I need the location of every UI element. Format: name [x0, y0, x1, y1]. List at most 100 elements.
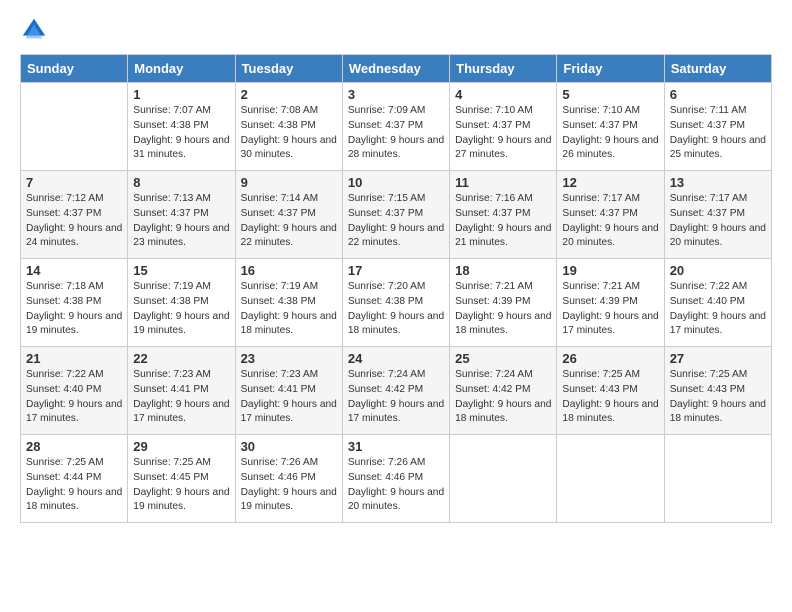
calendar-cell: 1Sunrise: 7:07 AMSunset: 4:38 PMDaylight… [128, 83, 235, 171]
calendar-cell: 6 Sunrise: 7:11 AMSunset: 4:37 PMDaylight… [664, 83, 771, 171]
day-info: Sunrise: 7:18 AMSunset: 4:38 PMDaylight:… [26, 280, 122, 339]
calendar-cell: 24 Sunrise: 7:24 AMSunset: 4:42 PMDayligh… [342, 347, 449, 435]
day-header-tuesday: Tuesday [235, 55, 342, 83]
week-row-1: 1Sunrise: 7:07 AMSunset: 4:38 PMDaylight… [21, 83, 772, 171]
calendar-cell: 12 Sunrise: 7:17 AMSunset: 4:37 PMDayligh… [557, 171, 664, 259]
day-number: 20 [670, 263, 766, 278]
day-number: 5 [562, 87, 658, 102]
calendar-cell: 3 Sunrise: 7:09 AMSunset: 4:37 PMDaylight… [342, 83, 449, 171]
day-number: 10 [348, 175, 444, 190]
calendar-cell: 29 Sunrise: 7:25 AMSunset: 4:45 PMDayligh… [128, 435, 235, 523]
calendar-cell: 21 Sunrise: 7:22 AMSunset: 4:40 PMDayligh… [21, 347, 128, 435]
day-number: 19 [562, 263, 658, 278]
day-number: 24 [348, 351, 444, 366]
day-number: 2 [241, 87, 337, 102]
day-info: Sunrise: 7:22 AMSunset: 4:40 PMDaylight:… [26, 368, 122, 427]
calendar-cell: 28 Sunrise: 7:25 AMSunset: 4:44 PMDayligh… [21, 435, 128, 523]
calendar-cell: 2Sunrise: 7:08 AMSunset: 4:38 PMDaylight… [235, 83, 342, 171]
calendar-cell: 25 Sunrise: 7:24 AMSunset: 4:42 PMDayligh… [450, 347, 557, 435]
calendar-cell: 5 Sunrise: 7:10 AMSunset: 4:37 PMDaylight… [557, 83, 664, 171]
day-info: Sunrise: 7:21 AMSunset: 4:39 PMDaylight:… [455, 280, 551, 339]
calendar-cell: 16 Sunrise: 7:19 AMSunset: 4:38 PMDayligh… [235, 259, 342, 347]
day-info: Sunrise: 7:14 AMSunset: 4:37 PMDaylight:… [241, 192, 337, 251]
week-row-4: 21 Sunrise: 7:22 AMSunset: 4:40 PMDayligh… [21, 347, 772, 435]
day-number: 3 [348, 87, 444, 102]
day-number: 11 [455, 175, 551, 190]
calendar-cell: 8 Sunrise: 7:13 AMSunset: 4:37 PMDaylight… [128, 171, 235, 259]
logo-icon [20, 16, 48, 44]
day-info: Sunrise: 7:23 AMSunset: 4:41 PMDaylight:… [241, 368, 337, 427]
day-info: Sunrise: 7:25 AMSunset: 4:43 PMDaylight:… [670, 368, 766, 427]
day-info: Sunrise: 7:11 AMSunset: 4:37 PMDaylight:… [670, 104, 766, 163]
day-info: Sunrise: 7:17 AMSunset: 4:37 PMDaylight:… [562, 192, 658, 251]
day-number: 26 [562, 351, 658, 366]
day-number: 17 [348, 263, 444, 278]
calendar-cell [450, 435, 557, 523]
day-info: Sunrise: 7:09 AMSunset: 4:37 PMDaylight:… [348, 104, 444, 163]
day-info: Sunrise: 7:10 AMSunset: 4:37 PMDaylight:… [562, 104, 658, 163]
day-number: 16 [241, 263, 337, 278]
calendar-cell: 15Sunrise: 7:19 AMSunset: 4:38 PMDayligh… [128, 259, 235, 347]
day-number: 13 [670, 175, 766, 190]
logo [20, 16, 52, 44]
day-number: 14 [26, 263, 122, 278]
day-info: Sunrise: 7:16 AMSunset: 4:37 PMDaylight:… [455, 192, 551, 251]
day-info: Sunrise: 7:26 AMSunset: 4:46 PMDaylight:… [348, 456, 444, 515]
calendar-cell: 27Sunrise: 7:25 AMSunset: 4:43 PMDayligh… [664, 347, 771, 435]
calendar-cell [664, 435, 771, 523]
day-number: 31 [348, 439, 444, 454]
calendar-cell: 23 Sunrise: 7:23 AMSunset: 4:41 PMDayligh… [235, 347, 342, 435]
day-info: Sunrise: 7:26 AMSunset: 4:46 PMDaylight:… [241, 456, 337, 515]
day-info: Sunrise: 7:21 AMSunset: 4:39 PMDaylight:… [562, 280, 658, 339]
week-row-2: 7Sunrise: 7:12 AMSunset: 4:37 PMDaylight… [21, 171, 772, 259]
week-row-3: 14 Sunrise: 7:18 AMSunset: 4:38 PMDayligh… [21, 259, 772, 347]
day-info: Sunrise: 7:24 AMSunset: 4:42 PMDaylight:… [455, 368, 551, 427]
day-number: 15 [133, 263, 229, 278]
header [20, 16, 772, 44]
day-number: 29 [133, 439, 229, 454]
day-number: 22 [133, 351, 229, 366]
day-number: 9 [241, 175, 337, 190]
day-header-sunday: Sunday [21, 55, 128, 83]
day-number: 25 [455, 351, 551, 366]
calendar-cell: 4 Sunrise: 7:10 AMSunset: 4:37 PMDaylight… [450, 83, 557, 171]
day-info: Sunrise: 7:25 AMSunset: 4:45 PMDaylight:… [133, 456, 229, 515]
day-info: Sunrise: 7:12 AMSunset: 4:37 PMDaylight:… [26, 192, 122, 251]
day-info: Sunrise: 7:22 AMSunset: 4:40 PMDaylight:… [670, 280, 766, 339]
calendar-cell: 10 Sunrise: 7:15 AMSunset: 4:37 PMDayligh… [342, 171, 449, 259]
calendar-cell: 31 Sunrise: 7:26 AMSunset: 4:46 PMDayligh… [342, 435, 449, 523]
day-header-saturday: Saturday [664, 55, 771, 83]
day-header-monday: Monday [128, 55, 235, 83]
day-info: Sunrise: 7:25 AMSunset: 4:43 PMDaylight:… [562, 368, 658, 427]
day-info: Sunrise: 7:20 AMSunset: 4:38 PMDaylight:… [348, 280, 444, 339]
day-info: Sunrise: 7:19 AMSunset: 4:38 PMDaylight:… [241, 280, 337, 339]
day-info: Sunrise: 7:24 AMSunset: 4:42 PMDaylight:… [348, 368, 444, 427]
day-header-friday: Friday [557, 55, 664, 83]
day-info: Sunrise: 7:17 AMSunset: 4:37 PMDaylight:… [670, 192, 766, 251]
calendar-cell: 22Sunrise: 7:23 AMSunset: 4:41 PMDayligh… [128, 347, 235, 435]
calendar-cell: 9 Sunrise: 7:14 AMSunset: 4:37 PMDaylight… [235, 171, 342, 259]
day-info: Sunrise: 7:15 AMSunset: 4:37 PMDaylight:… [348, 192, 444, 251]
day-number: 8 [133, 175, 229, 190]
calendar-cell: 17 Sunrise: 7:20 AMSunset: 4:38 PMDayligh… [342, 259, 449, 347]
calendar-cell: 19 Sunrise: 7:21 AMSunset: 4:39 PMDayligh… [557, 259, 664, 347]
day-number: 6 [670, 87, 766, 102]
day-number: 18 [455, 263, 551, 278]
day-number: 23 [241, 351, 337, 366]
calendar-cell: 30Sunrise: 7:26 AMSunset: 4:46 PMDayligh… [235, 435, 342, 523]
day-info: Sunrise: 7:13 AMSunset: 4:37 PMDaylight:… [133, 192, 229, 251]
calendar-cell: 20 Sunrise: 7:22 AMSunset: 4:40 PMDayligh… [664, 259, 771, 347]
day-number: 4 [455, 87, 551, 102]
week-row-5: 28 Sunrise: 7:25 AMSunset: 4:44 PMDayligh… [21, 435, 772, 523]
day-info: Sunrise: 7:10 AMSunset: 4:37 PMDaylight:… [455, 104, 551, 163]
calendar-cell [557, 435, 664, 523]
day-number: 1 [133, 87, 229, 102]
day-header-wednesday: Wednesday [342, 55, 449, 83]
day-number: 28 [26, 439, 122, 454]
day-info: Sunrise: 7:25 AMSunset: 4:44 PMDaylight:… [26, 456, 122, 515]
day-number: 12 [562, 175, 658, 190]
calendar-cell: 14 Sunrise: 7:18 AMSunset: 4:38 PMDayligh… [21, 259, 128, 347]
day-header-thursday: Thursday [450, 55, 557, 83]
day-number: 21 [26, 351, 122, 366]
calendar-table: SundayMondayTuesdayWednesdayThursdayFrid… [20, 54, 772, 523]
